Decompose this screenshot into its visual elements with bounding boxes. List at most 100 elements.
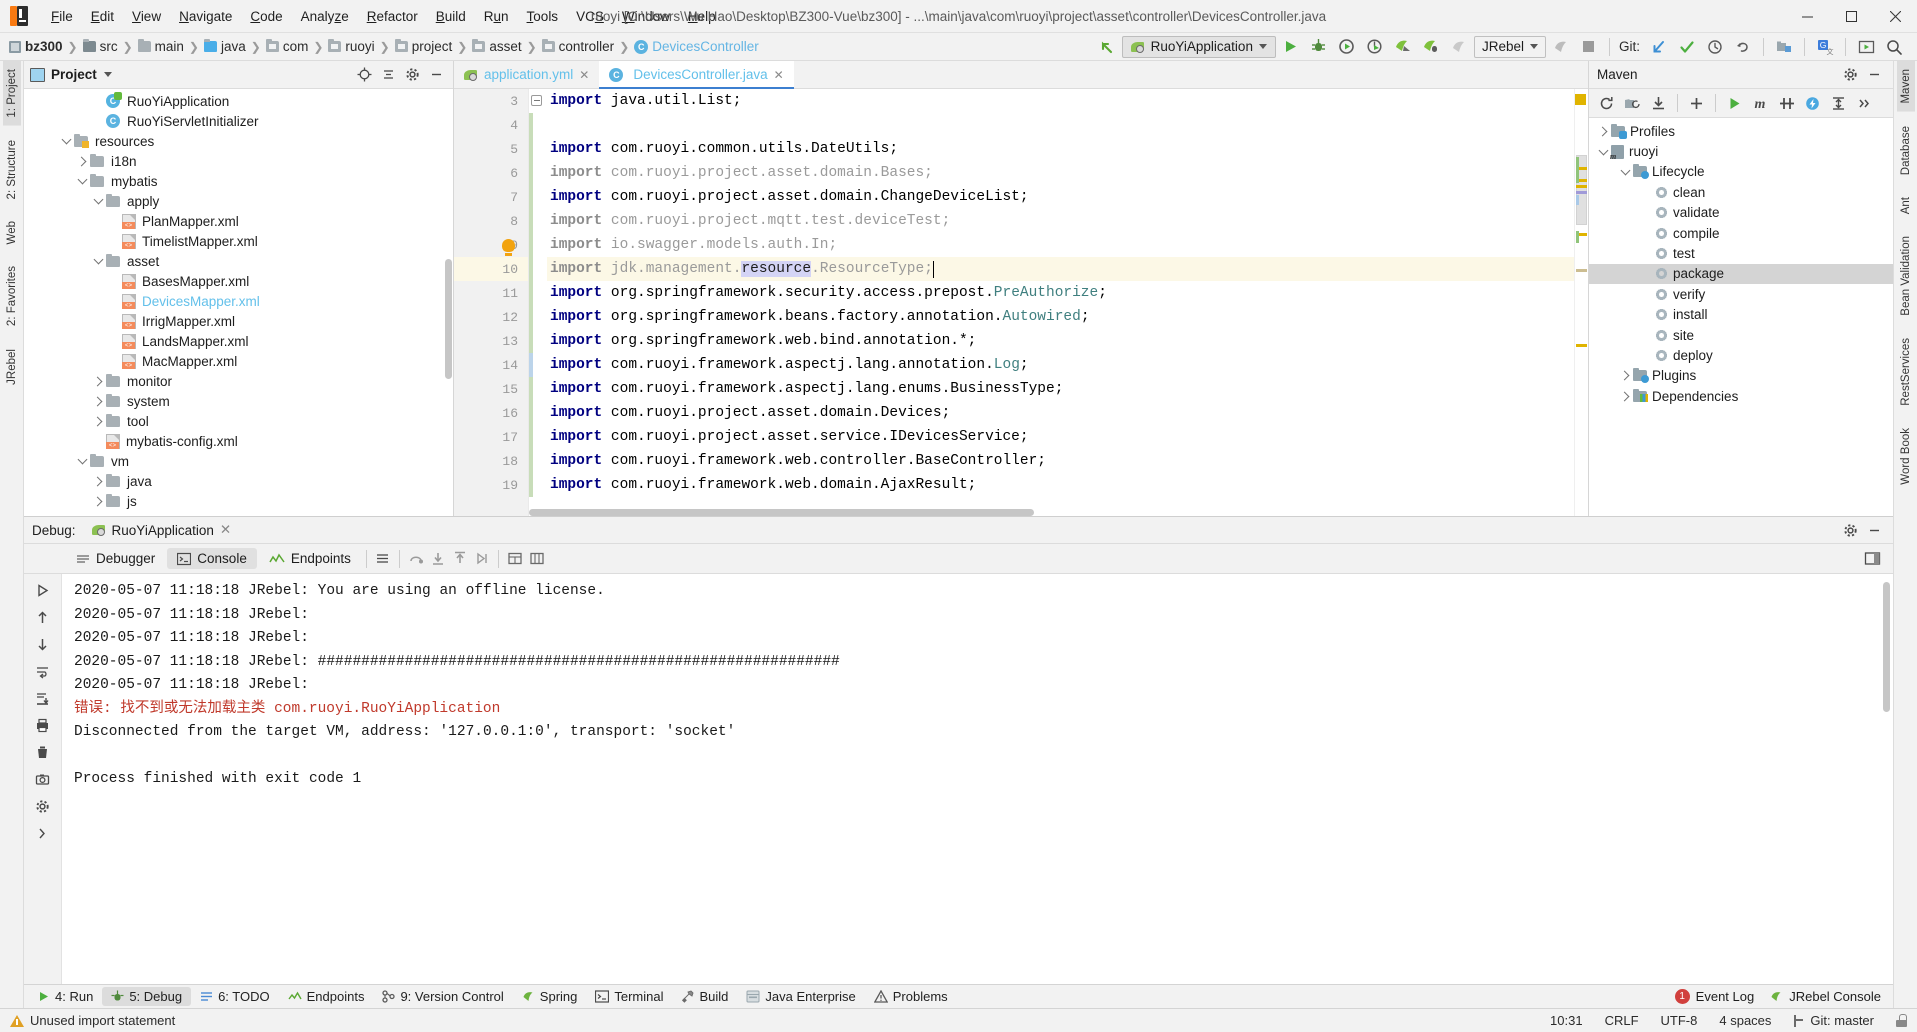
fold-region-icon[interactable] (531, 95, 542, 106)
editor-horizontal-scrollbar[interactable] (529, 509, 1034, 516)
debug-button[interactable] (1306, 35, 1332, 59)
clear-all-button[interactable] (30, 740, 56, 764)
collapse-arrow-icon[interactable] (74, 453, 90, 469)
menu-window[interactable]: Window (613, 5, 679, 28)
rollback-button[interactable] (1730, 35, 1756, 59)
project-tree-item[interactable]: i18n (24, 151, 453, 171)
line-number-gutter[interactable]: 345678910111213141516171819 (454, 89, 529, 516)
indent-setting[interactable]: 4 spaces (1719, 1013, 1771, 1028)
line-number[interactable]: 6 (454, 161, 528, 185)
debug-session-tab[interactable]: RuoYiApplication ✕ (91, 522, 231, 538)
code-line[interactable]: import com.ruoyi.framework.web.domain.Aj… (547, 473, 1574, 497)
gear-icon[interactable] (401, 64, 423, 86)
event-log-button[interactable]: 1 Event Log (1674, 989, 1754, 1004)
toolwindow-build[interactable]: Build (673, 987, 738, 1006)
project-tree-item[interactable]: mybatis (24, 171, 453, 191)
collapse-arrow-icon[interactable] (1617, 164, 1633, 180)
close-icon[interactable]: ✕ (579, 68, 589, 82)
gear-icon[interactable] (1839, 519, 1861, 541)
toggle-skip-tests-button[interactable] (1774, 91, 1799, 115)
down-button[interactable] (30, 632, 56, 656)
jrebel-console-button[interactable]: JRebel Console (1770, 989, 1881, 1004)
project-tree-item[interactable]: asset (24, 251, 453, 271)
toolwindow-problems[interactable]: Problems (865, 987, 957, 1006)
close-icon[interactable]: ✕ (774, 68, 784, 82)
history-button[interactable] (1702, 35, 1728, 59)
menu-vcs[interactable]: VCS (567, 5, 613, 28)
maven-tree-item-lifecycle[interactable]: Lifecycle (1589, 162, 1893, 182)
download-sources-button[interactable] (1646, 91, 1671, 115)
jrebel-run-button[interactable] (1390, 35, 1416, 59)
maven-tree-item-package[interactable]: package (1589, 263, 1893, 285)
hide-button[interactable] (425, 64, 447, 86)
menu-build[interactable]: Build (427, 5, 475, 28)
restore-layout-button[interactable] (504, 548, 526, 570)
scroll-to-end-button[interactable] (30, 686, 56, 710)
error-stripe-markers[interactable] (1574, 89, 1588, 516)
menu-file[interactable]: File (42, 5, 82, 28)
locate-button[interactable] (353, 64, 375, 86)
code-line[interactable]: import com.ruoyi.framework.aspectj.lang.… (547, 353, 1574, 377)
project-tree-item[interactable]: DevicesMapper.xml (24, 291, 453, 311)
strip-jrebel[interactable]: JRebel (3, 341, 21, 393)
menu-edit[interactable]: Edit (82, 5, 123, 28)
debug-tab-debugger[interactable]: Debugger (66, 548, 165, 569)
line-number[interactable]: 19 (454, 473, 528, 497)
maven-tree-item-plugins[interactable]: Plugins (1589, 366, 1893, 386)
toolwindow-run[interactable]: 4: Run (28, 987, 102, 1006)
reload-all-button[interactable] (1594, 91, 1619, 115)
close-icon[interactable]: ✕ (220, 522, 231, 538)
run-maven-build-button[interactable] (1722, 91, 1747, 115)
hide-button[interactable] (1863, 64, 1885, 86)
breadcrumb-ruoyi[interactable]: ruoyi (325, 38, 377, 55)
breadcrumb-com[interactable]: com (263, 38, 312, 55)
expand-arrow-icon[interactable] (1617, 388, 1633, 404)
maven-tree-item-deploy[interactable]: deploy (1589, 345, 1893, 365)
update-project-button[interactable] (1646, 35, 1672, 59)
strip-favorites[interactable]: 2: Favorites (3, 258, 21, 334)
code-editor[interactable]: 345678910111213141516171819 import java.… (454, 89, 1588, 516)
search-everywhere-button[interactable] (1881, 35, 1907, 59)
commit-button[interactable] (1674, 35, 1700, 59)
code-line[interactable]: import com.ruoyi.project.asset.domain.Ba… (547, 161, 1574, 185)
code-line[interactable]: import java.util.List; (547, 89, 1574, 113)
fold-column[interactable] (529, 89, 547, 516)
expand-arrow-icon[interactable] (1617, 368, 1633, 384)
code-lines[interactable]: import java.util.List; import com.ruoyi.… (547, 89, 1574, 516)
project-tree-item[interactable]: vm (24, 451, 453, 471)
toolwindow-todo[interactable]: 6: TODO (191, 987, 279, 1006)
chevron-down-icon[interactable] (103, 72, 112, 77)
gear-icon[interactable] (1839, 64, 1861, 86)
breadcrumb-asset[interactable]: asset (469, 38, 524, 55)
open-in-window-button[interactable] (1861, 548, 1883, 570)
line-separator[interactable]: CRLF (1605, 1013, 1639, 1028)
soft-wrap-button[interactable] (30, 659, 56, 683)
code-line[interactable]: import com.ruoyi.project.mqtt.test.devic… (547, 209, 1574, 233)
jrebel-extra-icon[interactable] (1548, 35, 1574, 59)
strip-web[interactable]: Web (3, 213, 21, 252)
toolwindow-version-control[interactable]: 9: Version Control (373, 987, 512, 1006)
strip-structure[interactable]: 2: Structure (3, 132, 21, 207)
expand-arrow-icon[interactable] (90, 473, 106, 489)
toolwindow-terminal[interactable]: Terminal (586, 987, 672, 1006)
breadcrumb-project[interactable]: project (392, 38, 456, 55)
run-configuration-selector[interactable]: RuoYiApplication (1121, 35, 1276, 58)
expand-arrow-icon[interactable] (90, 493, 106, 509)
back-arrow-icon[interactable] (1094, 35, 1120, 59)
code-line[interactable]: import com.ruoyi.common.utils.DateUtils; (547, 137, 1574, 161)
close-button[interactable] (1873, 0, 1917, 33)
step-over-button[interactable] (405, 548, 427, 570)
minimize-button[interactable] (1785, 0, 1829, 33)
code-line[interactable]: import io.swagger.models.auth.In; (547, 233, 1574, 257)
breadcrumb-bz300[interactable]: bz300 (6, 38, 66, 55)
line-number[interactable]: 4 (454, 113, 528, 137)
maven-tree-item-validate[interactable]: validate (1589, 203, 1893, 223)
expand-all-button[interactable] (1826, 91, 1851, 115)
toolwindow-endpoints[interactable]: Endpoints (279, 987, 374, 1006)
maven-tree-item-profiles[interactable]: Profiles (1589, 121, 1893, 141)
project-structure-button[interactable] (1771, 35, 1797, 59)
code-line[interactable]: import jdk.management. resource .ResourceT… (547, 257, 1574, 281)
project-tree-item[interactable]: C RuoYiServletInitializer (24, 111, 453, 131)
execute-goal-button[interactable]: m (1748, 91, 1773, 115)
jrebel-debug-button[interactable] (1418, 35, 1444, 59)
